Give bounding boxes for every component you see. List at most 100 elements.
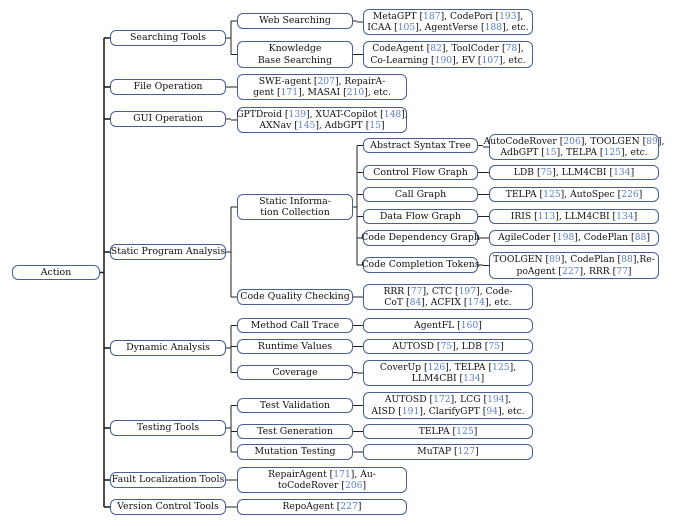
citation: [145]: [294, 120, 319, 131]
citation: [194]: [483, 394, 509, 405]
work-line: AdbGPT [15], TELPA [125], etc.: [500, 147, 648, 158]
citation: [77]: [407, 285, 427, 297]
work-line: LDB [75], LLM4CBI [134]: [513, 166, 635, 178]
citation: [187]: [419, 10, 445, 22]
citation: [190]: [431, 54, 456, 66]
citation: [174]: [463, 297, 489, 308]
work-line: MuTAP [127]: [417, 446, 479, 458]
category-testing-tools: Testing Tools: [110, 420, 226, 436]
work-line: RepairAgent [171], Au-: [268, 468, 376, 480]
root-node-action: Action: [12, 265, 100, 280]
work-line: gent [171], MASAI [210], etc.: [253, 87, 391, 98]
works-call-graph: TELPA [125], AutoSpec [226]: [489, 187, 659, 202]
works-code-dependency-graph: AgileCoder [198], CodePlan [88]: [489, 230, 659, 246]
sub-web-searching: Web Searching: [237, 13, 353, 29]
citation: [84]: [405, 297, 425, 308]
sub-label-line: Knowledge: [268, 43, 322, 54]
category-static-program-analysis: Static Program Analysis: [110, 244, 226, 260]
citation: [125]: [452, 425, 478, 437]
work-line: CodeAgent [82], ToolCoder [78],: [372, 43, 524, 54]
citation: [134]: [609, 166, 635, 178]
citation: [88]: [617, 254, 637, 265]
work-line: CoT [84], ACFIX [174], etc.: [384, 297, 512, 308]
citation: [127]: [453, 446, 479, 458]
sub-label-line: Static Informa-: [259, 195, 331, 207]
works-web-searching: MetaGPT [187], CodePori [193], ICAA [105]…: [363, 9, 533, 35]
works-mutation-testing: MuTAP [127]: [363, 444, 533, 460]
sub-mutation-testing: Mutation Testing: [237, 444, 353, 460]
work-line: AutoCodeRover [206], TOOLGEN [89],: [483, 135, 665, 147]
works-version-control-tools: RepoAgent [227]: [237, 499, 407, 515]
works-method-call-trace: AgentFL [160]: [363, 318, 533, 333]
citation: [105]: [394, 22, 419, 33]
work-line: RepoAgent [227]: [282, 501, 362, 513]
citation: [139]: [284, 108, 310, 120]
works-data-flow-graph: IRIS [113], LLM4CBI [134]: [489, 209, 659, 224]
works-control-flow-graph: LDB [75], LLM4CBI [134]: [489, 165, 659, 180]
work-line: AISD [191], ClarifyGPT [94], etc.: [371, 405, 525, 417]
work-line: GPTDroid [139], XUAT-Copilot [148],: [236, 108, 408, 120]
sub-test-validation: Test Validation: [237, 398, 353, 413]
sub3-call-graph: Call Graph: [363, 187, 478, 202]
works-abstract-syntax-tree: AutoCodeRover [206], TOOLGEN [89], AdbGPT…: [484, 134, 664, 160]
work-line: toCodeRover [206]: [277, 480, 367, 491]
sub-label-line: Base Searching: [257, 54, 333, 66]
works-code-completion-tokens: TOOLGEN [89], CodePlan [88],Re-poAgent […: [489, 252, 659, 279]
citation: [94]: [482, 405, 502, 417]
citation: [206]: [559, 135, 585, 147]
category-dynamic-analysis: Dynamic Analysis: [110, 340, 226, 356]
citation: [75]: [436, 340, 456, 352]
citation: [227]: [558, 265, 584, 277]
citation: [171]: [329, 468, 355, 480]
work-line: Co-Learning [190], EV [107], etc.: [370, 54, 526, 66]
works-gui-operation: GPTDroid [139], XUAT-Copilot [148], AXNav…: [236, 107, 408, 133]
citation: [78]: [501, 43, 521, 54]
citation: [75]: [484, 340, 504, 352]
work-line: LLM4CBI [134]: [411, 373, 485, 384]
citation: [188]: [480, 22, 506, 33]
category-fault-localization-tools: Fault Localization Tools: [110, 472, 226, 488]
citation: [77]: [612, 265, 632, 277]
work-line: AgentFL [160]: [414, 319, 482, 331]
category-version-control-tools: Version Control Tools: [110, 499, 226, 515]
sub3-data-flow-graph: Data Flow Graph: [363, 209, 478, 224]
works-file-operation: SWE-agent [207], RepairA-gent [171], MAS…: [237, 74, 407, 100]
work-line: IRIS [113], LLM4CBI [134]: [510, 210, 638, 222]
citation: [134]: [612, 210, 638, 222]
sub3-code-completion-tokens: Code Completion Tokens: [361, 257, 480, 273]
work-line: ICAA [105], AgentVerse [188], etc.: [367, 22, 529, 33]
works-code-quality-checking: RRR [77], CTC [197], Code- CoT [84], ACFI…: [363, 284, 533, 310]
citation: [125]: [488, 361, 514, 373]
works-runtime-values: AUTOSD [75], LDB [75]: [363, 339, 533, 354]
sub3-code-dependency-graph: Code Dependency Graph: [361, 230, 480, 246]
work-line: TOOLGEN [89], CodePlan [88],Re-: [493, 254, 655, 265]
works-fault-localization-tools: RepairAgent [171], Au-toCodeRover [206]: [237, 467, 407, 493]
works-test-validation: AUTOSD [172], LCG [194], AISD [191], Clar…: [363, 392, 533, 419]
category-gui-operation: GUI Operation: [110, 111, 226, 127]
work-line: TELPA [125]: [418, 425, 478, 437]
work-line: SWE-agent [207], RepairA-: [258, 75, 386, 87]
citation: [88]: [631, 232, 650, 244]
sub3-abstract-syntax-tree: Abstract Syntax Tree: [363, 138, 478, 153]
citation: [75]: [536, 166, 556, 178]
citation: [125]: [599, 147, 625, 158]
citation: [15]: [541, 147, 561, 158]
citation: [226]: [617, 188, 643, 200]
works-knowledge-base-searching: CodeAgent [82], ToolCoder [78], Co-Learni…: [363, 41, 533, 68]
work-line: AUTOSD [75], LDB [75]: [392, 340, 504, 352]
citation: [82]: [426, 43, 446, 54]
citation: [107]: [477, 54, 503, 66]
category-file-operation: File Operation: [110, 79, 226, 95]
sub-code-quality-checking: Code Quality Checking: [237, 289, 353, 305]
citation: [197]: [454, 285, 480, 297]
sub-label-line: tion Collection: [260, 207, 330, 218]
work-line: TELPA [125], AutoSpec [226]: [505, 188, 643, 200]
citation: [207]: [313, 75, 339, 87]
work-line: AXNav [145], AdbGPT [15]: [259, 120, 385, 131]
citation: [193]: [495, 10, 521, 22]
citation: [171]: [276, 87, 302, 98]
sub-coverage: Coverage: [237, 365, 353, 380]
citation: [191]: [398, 405, 423, 417]
sub-runtime-values: Runtime Values: [237, 339, 353, 354]
taxonomy-tree-diagram: Action Searching Tools File Operation GU…: [0, 0, 680, 526]
